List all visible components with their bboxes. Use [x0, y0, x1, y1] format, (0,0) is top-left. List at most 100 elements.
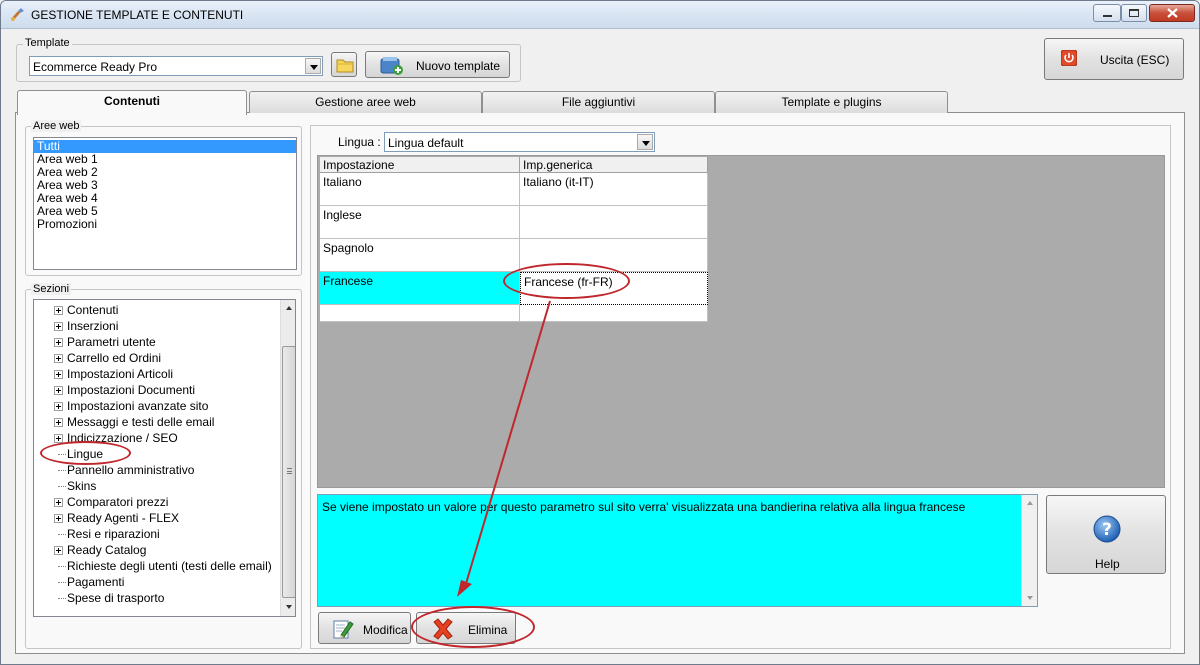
table-row-setting[interactable]: Inglese: [320, 206, 520, 239]
expand-plus-icon[interactable]: [54, 402, 63, 411]
tree-item[interactable]: Richieste degli utenti (testi delle emai…: [34, 558, 280, 574]
tree-item-label: Parametri utente: [67, 335, 156, 349]
tree-item-label: Pagamenti: [67, 575, 125, 589]
lingua-select-value: Lingua default: [388, 136, 464, 150]
chevron-down-icon[interactable]: [305, 58, 321, 74]
expand-plus-icon[interactable]: [54, 306, 63, 315]
tree-item[interactable]: Spese di trasporto: [34, 590, 280, 606]
minimize-button[interactable]: [1093, 4, 1121, 22]
table-row-value[interactable]: [520, 206, 708, 239]
annotation-circle-elimina: [411, 606, 535, 648]
new-template-button[interactable]: Nuovo template: [365, 51, 510, 78]
close-button[interactable]: [1149, 4, 1195, 22]
title-bar[interactable]: GESTIONE TEMPLATE E CONTENUTI: [1, 1, 1199, 29]
tree-item-label: Richieste degli utenti (testi delle emai…: [67, 559, 272, 573]
tree-item[interactable]: Impostazioni Articoli: [34, 366, 280, 382]
tree-item[interactable]: Parametri utente: [34, 334, 280, 350]
sezioni-scrollbar[interactable]: [280, 300, 296, 616]
help-button[interactable]: ? Help: [1046, 495, 1166, 574]
expand-plus-icon[interactable]: [54, 354, 63, 363]
tree-line: [58, 598, 66, 599]
scroll-down-icon[interactable]: [1022, 590, 1038, 606]
sezioni-group-label: Sezioni: [31, 283, 72, 295]
table-row-value[interactable]: Italiano (it-IT): [520, 173, 708, 206]
tree-line: [58, 486, 66, 487]
scroll-down-icon[interactable]: [281, 599, 296, 615]
tree-item-label: Comparatori prezzi: [67, 495, 169, 509]
template-select-value: Ecommerce Ready Pro: [33, 60, 158, 74]
tree-item[interactable]: Carrello ed Ordini: [34, 350, 280, 366]
scroll-thumb[interactable]: [282, 346, 295, 598]
close-icon: [1167, 8, 1178, 18]
app-window: GESTIONE TEMPLATE E CONTENUTI Template E…: [0, 0, 1200, 665]
new-template-label: Nuovo template: [416, 59, 501, 73]
tree-item[interactable]: Inserzioni: [34, 318, 280, 334]
description-box[interactable]: Se viene impostato un valore per questo …: [317, 494, 1038, 607]
template-select[interactable]: Ecommerce Ready Pro: [29, 56, 323, 76]
tab-gestione-aree-web[interactable]: Gestione aree web: [249, 91, 482, 113]
exit-button[interactable]: Uscita (ESC): [1044, 38, 1184, 80]
tree-item-label: Impostazioni Articoli: [67, 367, 174, 381]
tree-item-label: Messaggi e testi delle email: [67, 415, 215, 429]
chevron-down-icon[interactable]: [637, 134, 653, 150]
tree-item[interactable]: Pagamenti: [34, 574, 280, 590]
tab-contenuti[interactable]: Contenuti: [17, 90, 247, 115]
tree-item[interactable]: Skins: [34, 478, 280, 494]
aree-web-list[interactable]: Tutti Area web 1 Area web 2 Area web 3 A…: [33, 137, 297, 270]
tree-line: [58, 566, 66, 567]
maximize-icon: [1129, 9, 1139, 17]
tab-template-e-plugins[interactable]: Template e plugins: [715, 91, 948, 113]
table-row-setting[interactable]: Italiano: [320, 173, 520, 206]
tree-item-label: Carrello ed Ordini: [67, 351, 162, 365]
scroll-up-icon[interactable]: [1022, 495, 1038, 511]
grid-header-impostazione[interactable]: Impostazione: [320, 157, 520, 173]
tree-item[interactable]: Ready Catalog: [34, 542, 280, 558]
expand-plus-icon[interactable]: [54, 322, 63, 331]
tree-item[interactable]: Contenuti: [34, 302, 280, 318]
grip-icon: [287, 468, 292, 474]
help-icon: ?: [1093, 515, 1121, 543]
help-label: Help: [1095, 557, 1120, 571]
tree-item-label: Inserzioni: [67, 319, 119, 333]
exit-label: Uscita (ESC): [1100, 53, 1170, 67]
list-item[interactable]: Promozioni: [34, 218, 296, 231]
tree-item-label: Ready Catalog: [67, 543, 147, 557]
scroll-up-icon[interactable]: [281, 300, 296, 316]
maximize-button[interactable]: [1121, 4, 1147, 22]
expand-plus-icon[interactable]: [54, 514, 63, 523]
tree-line: [58, 582, 66, 583]
tree-item[interactable]: Impostazioni avanzate sito: [34, 398, 280, 414]
tree-item-label: Ready Agenti - FLEX: [67, 511, 180, 525]
open-folder-button[interactable]: [331, 52, 357, 77]
app-icon: [11, 8, 24, 21]
tree-item[interactable]: Messaggi e testi delle email: [34, 414, 280, 430]
modifica-button[interactable]: Modifica: [318, 612, 411, 644]
expand-plus-icon[interactable]: [54, 418, 63, 427]
svg-text:?: ?: [1102, 520, 1112, 540]
description-scrollbar[interactable]: [1021, 495, 1037, 606]
tree-item[interactable]: Comparatori prezzi: [34, 494, 280, 510]
expand-plus-icon[interactable]: [54, 546, 63, 555]
window-title: GESTIONE TEMPLATE E CONTENUTI: [31, 8, 244, 22]
minimize-icon: [1103, 15, 1112, 17]
annotation-circle-lingue: [40, 441, 131, 465]
edit-icon: [333, 620, 354, 639]
tree-item[interactable]: Impostazioni Documenti: [34, 382, 280, 398]
power-icon: [1061, 50, 1077, 66]
folder-icon: [336, 59, 354, 73]
tree-item-label: Skins: [67, 479, 97, 493]
new-template-icon: [380, 57, 403, 75]
tree-item[interactable]: Resi e riparazioni: [34, 526, 280, 542]
expand-plus-icon[interactable]: [54, 386, 63, 395]
expand-plus-icon[interactable]: [54, 370, 63, 379]
template-group-label: Template: [23, 37, 72, 49]
tab-file-aggiuntivi[interactable]: File aggiuntivi: [482, 91, 715, 113]
tree-item[interactable]: Ready Agenti - FLEX: [34, 510, 280, 526]
expand-plus-icon[interactable]: [54, 338, 63, 347]
aree-web-group-label: Aree web: [31, 120, 82, 132]
grid-header-imp-generica[interactable]: Imp.generica: [520, 157, 708, 173]
lingua-select[interactable]: Lingua default: [384, 132, 655, 152]
expand-plus-icon[interactable]: [54, 498, 63, 507]
table-row-setting[interactable]: Spagnolo: [320, 239, 520, 272]
tree-line: [58, 470, 66, 471]
